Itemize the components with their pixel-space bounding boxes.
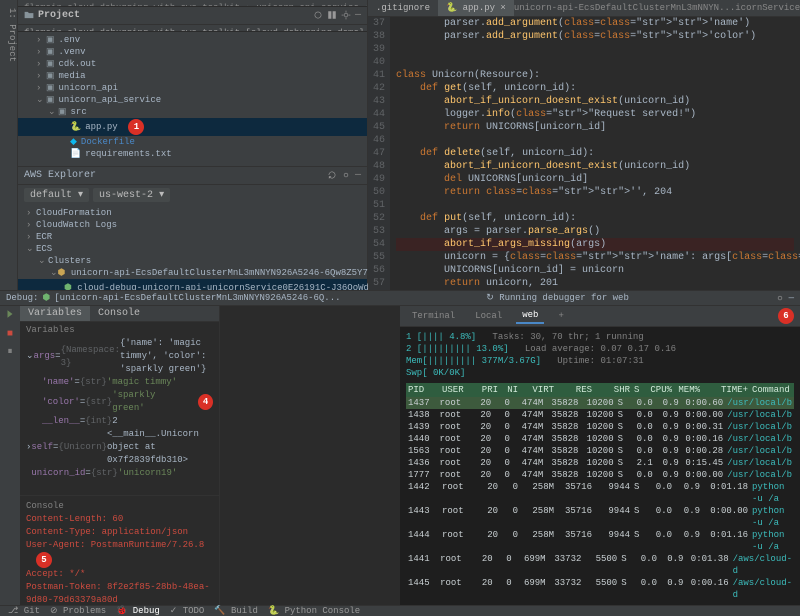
status-bar[interactable]: ⎇ Git ⊘ Problems 🐞 Debug ✓ TODO 🔨 Build …: [0, 605, 800, 616]
stop-icon[interactable]: ■: [0, 326, 20, 343]
project-tool-title: Project: [24, 10, 80, 21]
aws-node[interactable]: ›CloudWatch Logs: [18, 219, 367, 231]
gear-icon[interactable]: [775, 293, 785, 303]
pause-icon[interactable]: ⏸: [0, 343, 20, 361]
proc-row[interactable]: 1438root200474M3582810200S0.00.90:00.00/…: [406, 409, 794, 421]
proc-row[interactable]: 1777root200474M3582810200S0.00.90:00.00/…: [406, 469, 794, 481]
aws-explorer-title: AWS Explorer: [24, 170, 96, 181]
tree-folder[interactable]: ›▣.venv: [18, 46, 367, 58]
aws-node[interactable]: ›CloudFormation: [18, 207, 367, 219]
status-git[interactable]: ⎇ Git: [8, 606, 40, 616]
tab-console[interactable]: Console: [90, 306, 148, 321]
debug-label: Debug:: [6, 293, 38, 303]
aws-region-select[interactable]: us-west-2 ▾: [93, 188, 170, 202]
tree-folder[interactable]: ⌄▣unicorn_api_service: [18, 94, 367, 106]
status-build[interactable]: 🔨 Build: [214, 606, 258, 616]
console-panel[interactable]: Console Content-Length: 60Content-Type: …: [20, 495, 219, 605]
editor-path-right: unicorn-api-EcsDefaultClusterMnL3mNNYN..…: [514, 3, 800, 13]
aws-node[interactable]: ⌄ECS: [18, 243, 367, 255]
folder-icon: [24, 10, 34, 20]
var-row[interactable]: 'color' = {str} 'sparkly green' 4: [26, 389, 213, 415]
badge-5: 5: [36, 552, 52, 568]
breadcrumb: flomair-cloud-debugging-with-aws-toolkit…: [18, 0, 367, 7]
tree-folder[interactable]: ›▣cdk.out: [18, 58, 367, 70]
badge-1: 1: [128, 119, 144, 135]
proc-row[interactable]: 1444root200258M35716 9944S0.00.90:01.16p…: [406, 529, 794, 553]
tab-plus[interactable]: +: [552, 309, 569, 323]
tab-variables[interactable]: Variables: [20, 306, 90, 321]
tab-gitignore[interactable]: .gitignore: [368, 0, 438, 16]
proc-row[interactable]: 1445root200699M33732 5500S0.00.90:00.16/…: [406, 577, 794, 601]
debug-rail[interactable]: ■ ⏸: [0, 306, 20, 605]
debug-config[interactable]: [unicorn-api-EcsDefaultClusterMnL3mNNYN9…: [54, 293, 340, 303]
var-row[interactable]: › self = {Unicorn} <__main__.Unicorn obj…: [26, 428, 213, 467]
proc-row[interactable]: 1443root200258M35716 9944S0.00.90:00.00p…: [406, 505, 794, 529]
tab-app[interactable]: 🐍 app.py ×: [438, 0, 514, 16]
left-panel: flomair-cloud-debugging-with-aws-toolkit…: [18, 0, 368, 290]
status-debug[interactable]: 🐞 Debug: [116, 606, 160, 616]
var-row[interactable]: 'name' = {str} 'magic timmy': [26, 376, 213, 389]
editor-code[interactable]: parser.add_argument(class=class="str">"s…: [390, 17, 800, 290]
proc-row[interactable]: 1437root200474M3582810200S0.00.90:00.60/…: [406, 397, 794, 409]
variables-panel[interactable]: Variables ⌄ args = {Namespace: 3} {'name…: [20, 322, 219, 495]
project-root[interactable]: flomair-cloud-debugging-with-aws-toolkit…: [18, 25, 367, 32]
aws-node[interactable]: ›ECR: [18, 231, 367, 243]
tab-local[interactable]: Local: [469, 309, 508, 323]
project-toolbar[interactable]: —: [313, 10, 361, 21]
split-icon[interactable]: [327, 10, 337, 20]
vars-root: Variables: [26, 324, 213, 337]
proc-headers: PIDUSERPRINIVIRTRESSHRSCPU%MEM%TIME+Comm…: [406, 383, 794, 397]
tree-file-app[interactable]: 🐍app.py 1: [18, 118, 367, 136]
gear-icon[interactable]: [341, 170, 351, 180]
hide-icon[interactable]: —: [355, 10, 361, 21]
proc-row[interactable]: 1440root200474M3582810200S0.00.90:00.16/…: [406, 433, 794, 445]
editor-gutter: 3738394041424344454647484950515253545556…: [368, 17, 390, 290]
proc-row[interactable]: 1442root200258M35716 9944S0.00.90:01.18p…: [406, 481, 794, 505]
project-tree[interactable]: ›▣.env ›▣.venv ›▣cdk.out ›▣media ›▣unico…: [18, 32, 367, 162]
status-pycon[interactable]: 🐍 Python Console: [268, 606, 360, 616]
editor-pane: .gitignore 🐍 app.py × unicorn-api-EcsDef…: [368, 0, 800, 290]
tree-folder[interactable]: ›▣unicorn_api: [18, 82, 367, 94]
proc-row[interactable]: 1439root200474M3582810200S0.00.90:00.31/…: [406, 421, 794, 433]
var-row[interactable]: ⌄ args = {Namespace: 3} {'name': 'magic …: [26, 337, 213, 376]
aws-profile-select[interactable]: default ▾: [24, 188, 89, 202]
var-row[interactable]: unicorn_id = {str} 'unicorn19': [26, 467, 213, 480]
target-icon[interactable]: [313, 10, 323, 20]
tab-web[interactable]: web: [516, 308, 544, 324]
left-tool-rail[interactable]: 1: Project: [0, 0, 18, 290]
status-problems[interactable]: ⊘ Problems: [50, 606, 106, 616]
refresh-icon[interactable]: [327, 170, 337, 180]
tree-folder[interactable]: ›▣media: [18, 70, 367, 82]
status-todo[interactable]: ✓ TODO: [170, 606, 205, 616]
proc-row[interactable]: 1441root200699M33732 5500S0.00.90:01.38/…: [406, 553, 794, 577]
terminal-body[interactable]: 1 [|||| 4.8%] Tasks: 30, 70 thr; 1 runni…: [400, 327, 800, 605]
badge-4: 4: [198, 394, 213, 410]
proc-row[interactable]: 1563root200474M3582810200S0.00.90:00.28/…: [406, 445, 794, 457]
gear-icon[interactable]: [341, 10, 351, 20]
tree-file-docker[interactable]: ◆Dockerfile: [18, 136, 367, 148]
console-title: Console: [26, 500, 213, 513]
tree-file-req[interactable]: 📄requirements.txt: [18, 148, 367, 160]
badge-6: 6: [778, 308, 794, 324]
tree-folder[interactable]: ›▣.env: [18, 34, 367, 46]
proc-row[interactable]: 1436root200474M3582810200S2.10.90:15.45/…: [406, 457, 794, 469]
hide-icon[interactable]: —: [355, 170, 361, 181]
debug-running: ↻ Running debugger for web: [486, 293, 629, 303]
aws-toolbar[interactable]: —: [327, 170, 361, 181]
aws-cluster[interactable]: ⌄⬢ unicorn-api-EcsDefaultClusterMnL3mNNY…: [18, 267, 367, 279]
rerun-icon[interactable]: [5, 309, 15, 319]
var-row[interactable]: __len__ = {int} 2: [26, 415, 213, 428]
aws-node[interactable]: ⌄Clusters: [18, 255, 367, 267]
tab-terminal[interactable]: Terminal: [406, 309, 461, 323]
hide-icon[interactable]: —: [789, 293, 794, 303]
tree-folder[interactable]: ⌄▣src: [18, 106, 367, 118]
